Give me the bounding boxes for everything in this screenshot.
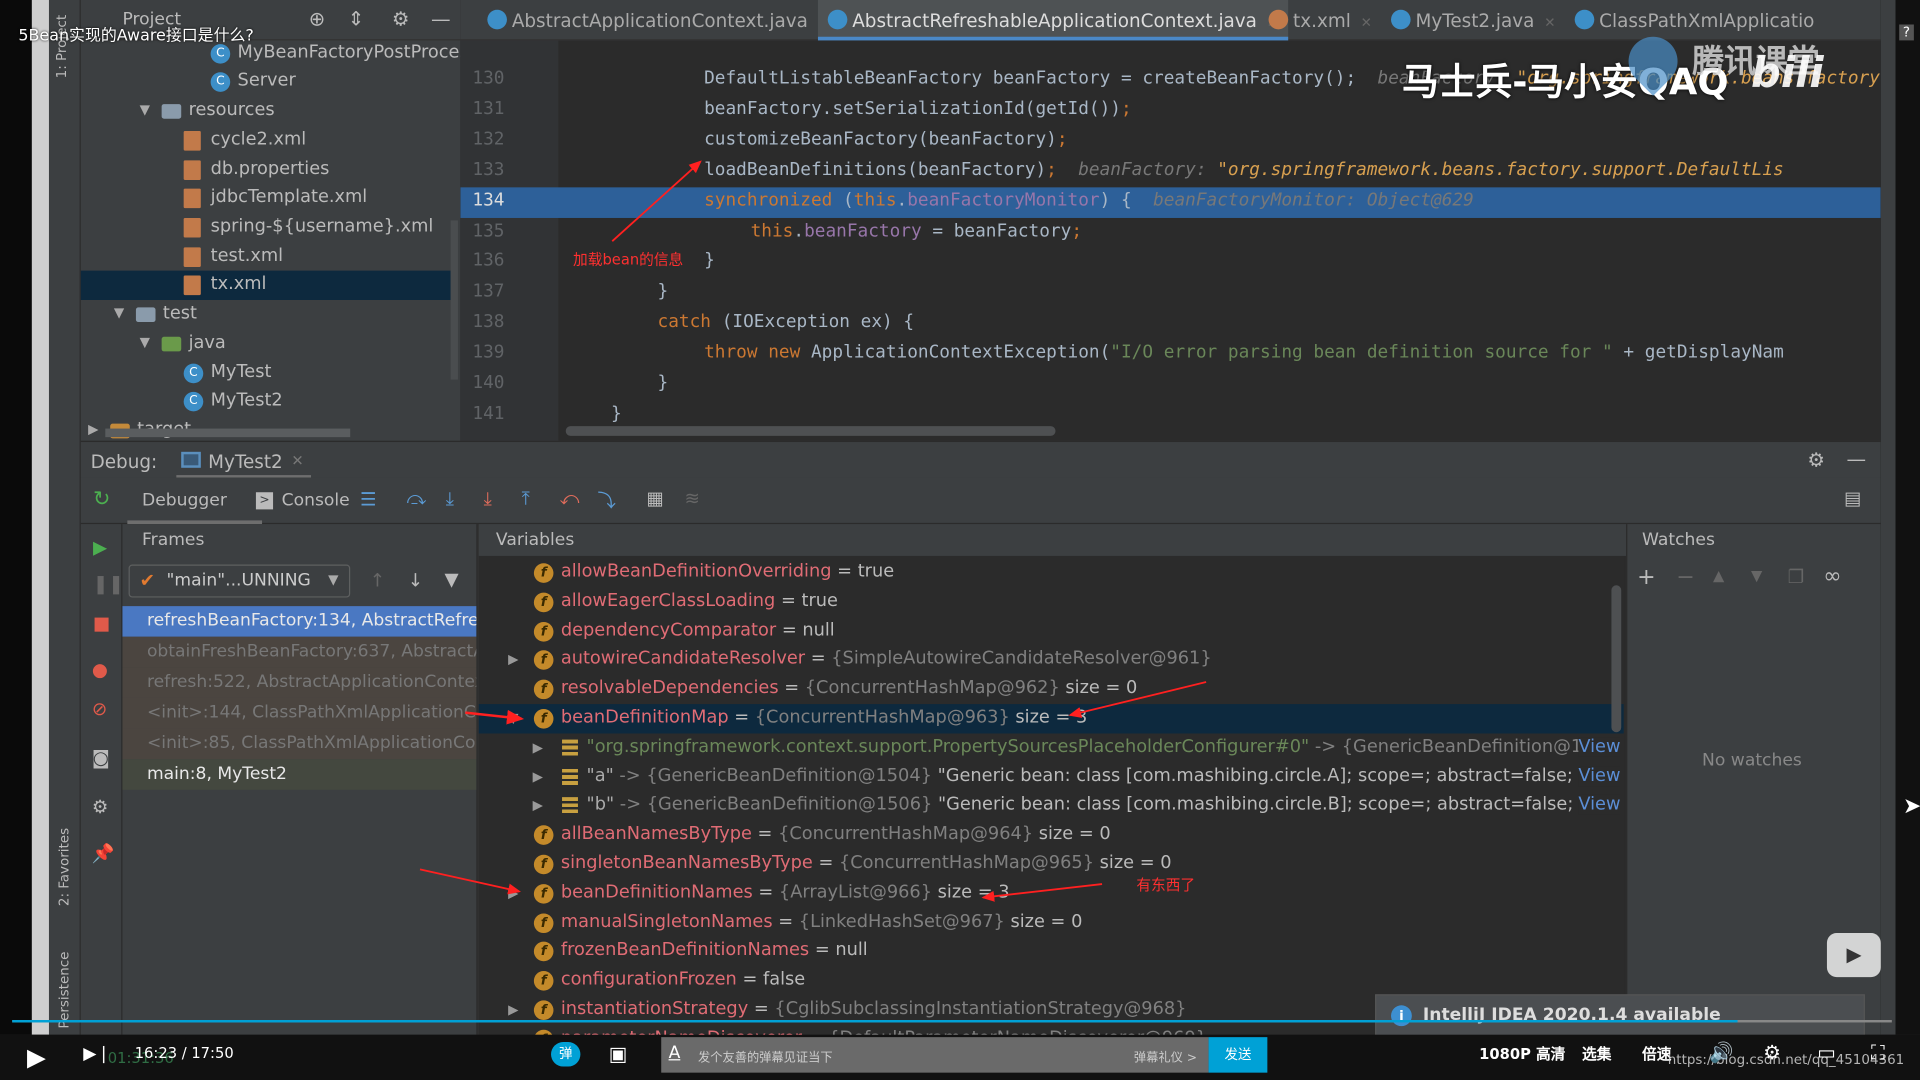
time-display: 16:23 / 17:50 [134, 1044, 234, 1062]
bilibili-logo: bili [1751, 48, 1824, 98]
danmaku-etiquette-link[interactable]: 弹幕礼仪 > [1134, 1047, 1197, 1065]
volume-icon[interactable]: 🔊 [1709, 1041, 1733, 1064]
widescreen-icon[interactable]: ▭ [1817, 1041, 1836, 1064]
fullscreen-icon[interactable]: ⛶ [1871, 1041, 1885, 1065]
quality-button[interactable]: 1080P 高清 [1479, 1043, 1565, 1064]
video-title: 5Bean实现的Aware接口是什么? [18, 26, 254, 46]
arrow-to-beanDefinitionNames [419, 868, 521, 895]
episodes-button[interactable]: 选集 [1582, 1043, 1611, 1064]
play-icon[interactable]: ▶ [27, 1042, 46, 1071]
player-controls: ▶ ▶❘ 01:31:36 16:23 / 17:50 弹 ▣ A 发个友善的弹… [0, 1034, 1920, 1080]
watermark-text: 马士兵-马小安QAQ [1402, 61, 1729, 105]
arrow-to-map-size [1068, 681, 1207, 718]
send-button[interactable]: 发送 [1208, 1037, 1268, 1073]
progress-track[interactable] [12, 1020, 1892, 1023]
annotation-arrows [419, 160, 1207, 902]
annotation-has-something: 有东西了 [1136, 876, 1196, 894]
annotation-load-bean-info: 加载bean的信息 [573, 251, 684, 269]
danmaku-toggle-icon[interactable]: 弹 [551, 1042, 581, 1067]
danmaku-settings-icon[interactable]: ▣ [609, 1042, 628, 1065]
overlay-url: https://blog.csdn.net/qq_45104361 [1667, 1051, 1905, 1068]
next-icon[interactable]: ▶❘ [83, 1044, 111, 1064]
danmaku-placeholder: 发个友善的弹幕见证当下 [697, 1051, 833, 1066]
arrow-to-loadBeanDefinitions [611, 160, 702, 242]
danmaku-input[interactable]: A 发个友善的弹幕见证当下 弹幕礼仪 > [661, 1037, 1209, 1073]
progress-fill [12, 1020, 1738, 1023]
arrow-to-beanDefinitionMap [465, 709, 525, 725]
tv-icon[interactable]: ▶ [1826, 933, 1881, 978]
text-style-icon[interactable]: A [669, 1043, 681, 1063]
arrow-to-names-size [981, 883, 1103, 902]
settings-icon[interactable]: ⚙ [1763, 1041, 1781, 1064]
video-frame: 1: Project 2: Favorites Persistence Proj… [0, 0, 1920, 1080]
